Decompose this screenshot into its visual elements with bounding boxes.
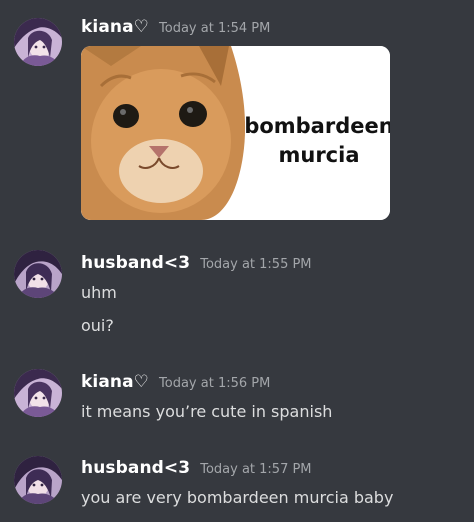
avatar[interactable] bbox=[14, 369, 62, 417]
username[interactable]: kiana♡ bbox=[81, 17, 149, 37]
message-text: it means you’re cute in spanish bbox=[81, 402, 333, 421]
avatar[interactable] bbox=[14, 18, 62, 66]
username[interactable]: husband<3 bbox=[81, 253, 190, 273]
timestamp: Today at 1:54 PM bbox=[159, 21, 271, 36]
avatar[interactable] bbox=[14, 456, 62, 504]
message-text: oui? bbox=[81, 316, 114, 335]
message-text: uhm bbox=[81, 283, 117, 302]
chat-message-list: kiana♡ Today at 1:54 PM bombardeen murci… bbox=[0, 0, 474, 522]
meme-caption-line: murcia bbox=[278, 143, 360, 167]
image-attachment[interactable]: bombardeen murcia bbox=[81, 46, 390, 220]
username[interactable]: kiana♡ bbox=[81, 372, 149, 392]
timestamp: Today at 1:56 PM bbox=[159, 376, 271, 391]
timestamp: Today at 1:55 PM bbox=[200, 257, 312, 272]
message-text: you are very bombardeen murcia baby bbox=[81, 488, 394, 507]
username[interactable]: husband<3 bbox=[81, 458, 190, 478]
timestamp: Today at 1:57 PM bbox=[200, 462, 312, 477]
meme-caption: bombardeen murcia bbox=[239, 112, 390, 170]
meme-caption-line: bombardeen bbox=[244, 114, 390, 138]
avatar[interactable] bbox=[14, 250, 62, 298]
